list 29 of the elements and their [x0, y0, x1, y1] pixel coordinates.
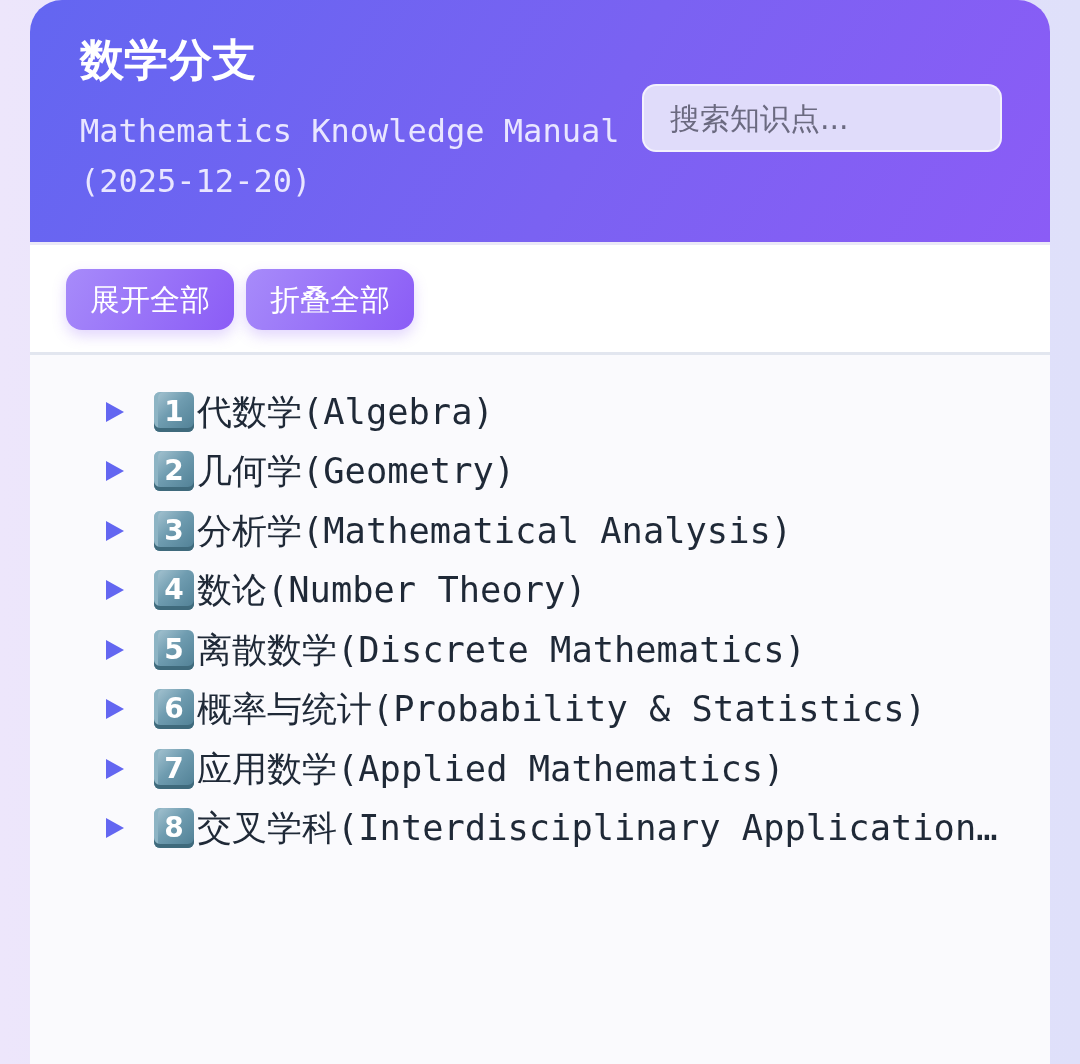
toolbar-button[interactable]: 折叠全部	[246, 269, 414, 330]
number-keycap: 2	[154, 451, 194, 492]
triangle-icon[interactable]	[106, 401, 124, 422]
number-keycap: 3	[154, 510, 194, 551]
toolbar-button[interactable]: 展开全部	[66, 269, 234, 330]
triangle-icon[interactable]	[106, 639, 124, 660]
branch-title[interactable]: 离散数学(Discrete Mathematics)	[197, 628, 806, 671]
triangle-icon[interactable]	[106, 461, 124, 482]
page-subtitle: Mathematics Knowledge Manual (2025-12-20)	[80, 111, 621, 202]
search-field[interactable]: 搜索知识点...	[642, 84, 1002, 152]
branch-title[interactable]: 数论(Number Theory)	[197, 569, 587, 612]
number-keycap: 5	[154, 629, 194, 670]
triangle-icon[interactable]	[106, 580, 124, 601]
branch-title[interactable]: 概率与统计(Probability & Statistics)	[197, 688, 926, 731]
branch-title[interactable]: 分析学(Mathematical Analysis)	[197, 509, 793, 552]
branch-title[interactable]: 代数学(Algebra)	[197, 390, 494, 433]
branch-title[interactable]: 应用数学(Applied Mathematics)	[197, 747, 785, 790]
number-keycap: 6	[154, 689, 194, 730]
number-keycap: 1	[154, 391, 194, 432]
number-keycap: 8	[154, 808, 194, 849]
triangle-icon[interactable]	[106, 699, 124, 720]
number-keycap: 4	[154, 570, 194, 611]
triangle-icon[interactable]	[106, 520, 124, 541]
triangle-icon[interactable]	[106, 758, 124, 779]
page-title: 数学分支	[80, 33, 257, 87]
triangle-icon[interactable]	[106, 818, 124, 839]
branch-title[interactable]: 交叉学科(Interdisciplinary Application…	[197, 807, 998, 850]
number-keycap: 7	[154, 748, 194, 789]
branch-title[interactable]: 几何学(Geometry)	[197, 450, 516, 493]
